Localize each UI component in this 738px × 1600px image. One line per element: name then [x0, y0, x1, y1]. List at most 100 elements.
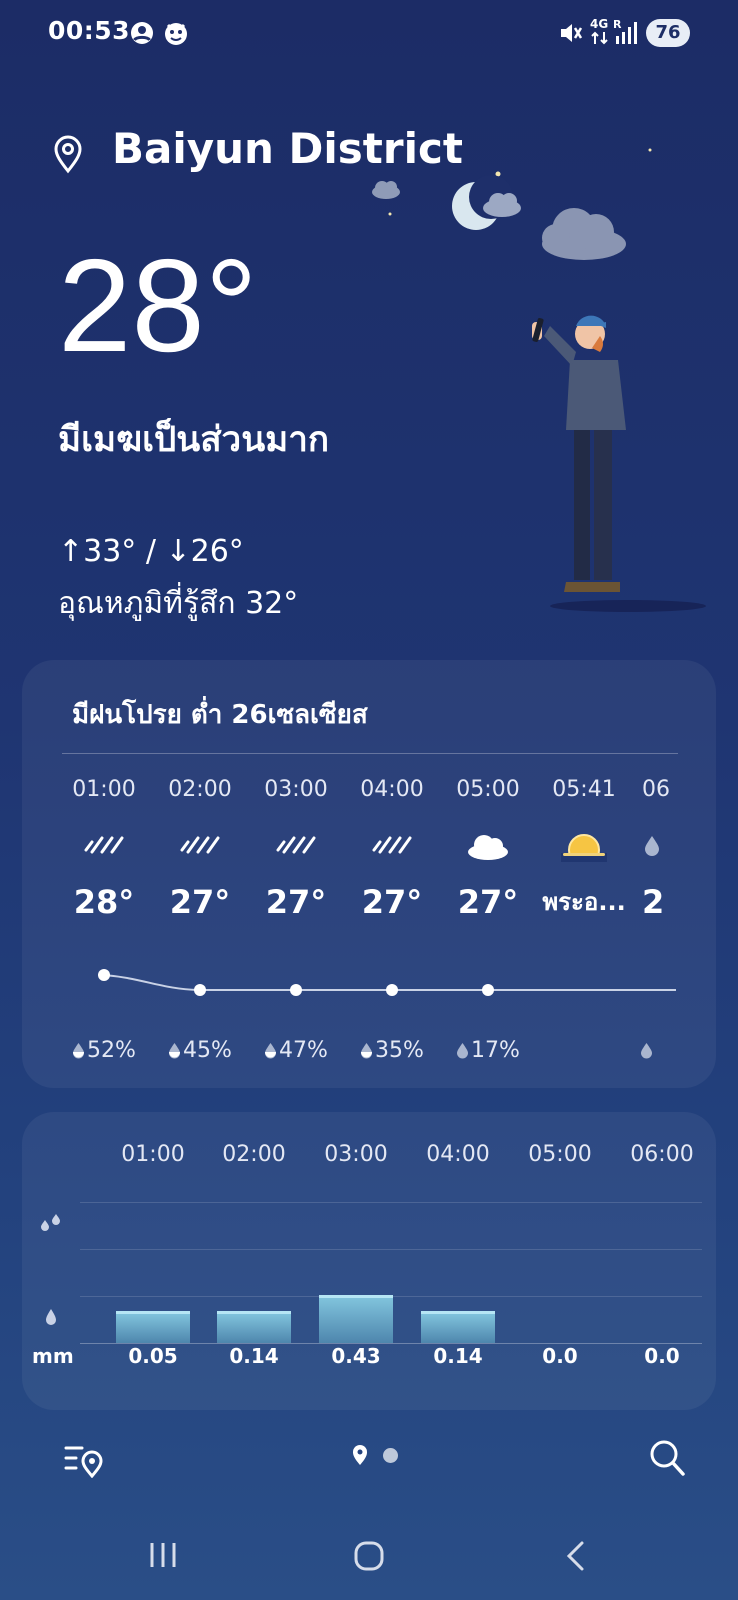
drizzle-icon [248, 810, 344, 880]
hourly-temperature: 2 [642, 883, 665, 921]
precip-bar [421, 1311, 495, 1343]
precip-value: 0.0 [542, 1344, 578, 1368]
precip-chance: 17% [440, 1038, 536, 1063]
search-button[interactable] [648, 1438, 686, 1478]
precip-value: 0.0 [644, 1344, 680, 1368]
hourly-summary: มีฝนโปรย ต่ำ 26เซลเซียส [72, 700, 368, 730]
location-list-button[interactable] [64, 1442, 104, 1478]
precip-value: 0.14 [433, 1344, 483, 1368]
hourly-time: 02:00 [168, 777, 232, 802]
svg-text:R: R [613, 18, 622, 31]
hourly-time: 05:41 [552, 777, 616, 802]
cloud-icon [440, 810, 536, 880]
half-drop-icon [265, 1043, 277, 1059]
back-button[interactable] [564, 1540, 588, 1572]
weather-condition: มีเมฆเป็นส่วนมาก [58, 420, 330, 460]
hourly-temperature: 28° [73, 883, 135, 921]
gridline [80, 1249, 702, 1250]
half-drop-icon [169, 1043, 181, 1059]
hourly-time: 01:00 [72, 777, 136, 802]
person-shadow [550, 600, 706, 612]
network-type: 4G [590, 17, 609, 31]
page-indicator-dot[interactable] [383, 1448, 398, 1463]
precip-time: 02:00 [222, 1142, 286, 1167]
drop-icon [457, 1043, 469, 1059]
hourly-item[interactable]: 05:41 พระอ... [536, 770, 632, 924]
gridline [80, 1202, 702, 1203]
drizzle-icon [152, 810, 248, 880]
hourly-time: 04:00 [360, 777, 424, 802]
sunrise-icon [536, 810, 632, 880]
precip-bar [217, 1311, 291, 1343]
hourly-item[interactable]: 03:00 27° [248, 770, 344, 924]
person-figure [532, 315, 626, 592]
precip-value: 0.05 [128, 1344, 178, 1368]
hourly-item[interactable]: 02:00 27° [152, 770, 248, 924]
drop-icon [641, 1043, 652, 1059]
precip-chance: 47% [248, 1038, 344, 1063]
precip-time: 01:00 [121, 1142, 185, 1167]
precip-time: 06:00 [630, 1142, 694, 1167]
navigation-bar [0, 1520, 738, 1600]
app-notification-icon [165, 23, 187, 45]
night-scene-illustration [372, 148, 706, 612]
current-location-page-icon[interactable] [351, 1444, 369, 1466]
status-time: 00:53 [48, 16, 131, 45]
trend-point [386, 984, 398, 996]
battery-indicator: 76 [646, 19, 690, 47]
drizzle-icon [344, 810, 440, 880]
data-arrows-icon [591, 31, 608, 45]
hourly-forecast-card[interactable]: มีฝนโปรย ต่ำ 26เซลเซียส 01:00 28° 02:00 … [22, 660, 716, 1088]
small-cloud-icon [372, 181, 400, 199]
hourly-temperature: 27° [361, 883, 423, 921]
precipitation-card[interactable]: 01:00 02:00 03:00 04:00 05:00 06:00 mm 0… [22, 1112, 716, 1410]
trend-point [98, 969, 110, 981]
precip-bar [319, 1295, 393, 1343]
current-temperature: 28° [58, 232, 258, 379]
half-drop-icon [361, 1043, 373, 1059]
precip-value: 0.43 [331, 1344, 381, 1368]
hourly-temperature: 27° [457, 883, 519, 921]
light-rain-drop-icon [46, 1309, 56, 1325]
high-low-temperature: ↑33° / ↓26° [58, 534, 244, 569]
feels-like-temperature: อุณหภูมิที่รู้สึก 32° [58, 586, 299, 621]
trend-point [482, 984, 494, 996]
unit-label: mm [32, 1344, 74, 1368]
precip-chance: 45% [152, 1038, 248, 1063]
heavy-rain-drops-icon [41, 1214, 60, 1231]
precip-chance: 52% [56, 1038, 152, 1063]
drizzle-icon [56, 810, 152, 880]
trend-point [194, 984, 206, 996]
trend-point [290, 984, 302, 996]
precip-chance [632, 1038, 716, 1063]
hourly-temperature: 27° [265, 883, 327, 921]
hourly-temperature: 27° [169, 883, 231, 921]
signal-icon: R [613, 18, 637, 44]
partial-icon [642, 810, 716, 880]
precip-time: 05:00 [528, 1142, 592, 1167]
large-cloud-icon [542, 208, 626, 260]
hourly-time: 06 [642, 777, 670, 802]
account-icon [131, 22, 153, 44]
status-bar: 00:53 4G R 76 [0, 0, 738, 66]
precip-time: 03:00 [324, 1142, 388, 1167]
hourly-item[interactable]: 05:00 27° [440, 770, 536, 924]
half-drop-icon [73, 1043, 85, 1059]
mute-icon [561, 24, 583, 42]
hourly-item[interactable]: 04:00 27° [344, 770, 440, 924]
hourly-item[interactable]: 06 2 [632, 770, 716, 924]
precip-bar [116, 1311, 190, 1343]
precip-chance: 35% [344, 1038, 440, 1063]
hourly-temperature: พระอ... [542, 888, 626, 916]
divider [62, 753, 678, 754]
temperature-trend-line [98, 969, 676, 996]
hourly-item[interactable]: 01:00 28° [56, 770, 152, 924]
recents-button[interactable] [148, 1540, 178, 1570]
precip-time: 04:00 [426, 1142, 490, 1167]
bottom-toolbar [0, 1420, 738, 1500]
hourly-time: 03:00 [264, 777, 328, 802]
home-button[interactable] [353, 1540, 385, 1572]
precip-value: 0.14 [229, 1344, 279, 1368]
location-pin-icon [54, 135, 82, 174]
hourly-time: 05:00 [456, 777, 520, 802]
